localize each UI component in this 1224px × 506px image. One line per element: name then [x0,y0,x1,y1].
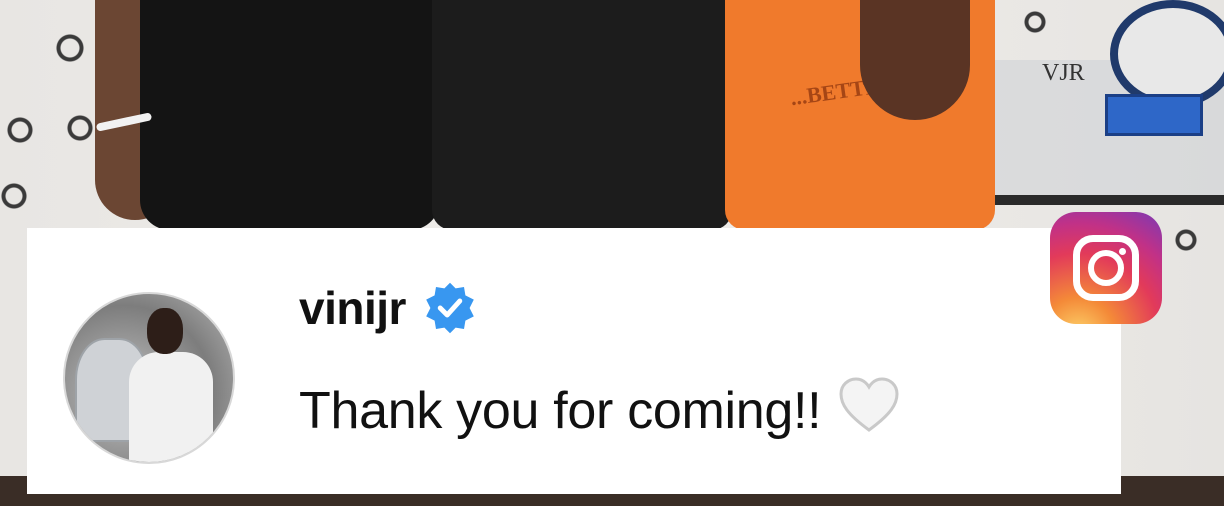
comment-body: Thank you for coming!! [299,376,901,445]
comment-header: vinijr [299,280,478,336]
comment-text: Thank you for coming!! [299,381,822,440]
instagram-comment-card: vinijr Thank you for coming!! [27,228,1121,494]
white-heart-icon [837,376,901,445]
wall-emblem [1110,0,1224,108]
avatar[interactable] [63,292,235,464]
camera-glyph-icon [1073,235,1139,301]
username[interactable]: vinijr [299,281,406,335]
verified-badge-icon [422,280,478,336]
instagram-logo-icon [1050,212,1162,324]
avatar-person-body [129,352,213,462]
wall-vjr-text: VJR [1042,60,1085,86]
blue-sign [1105,94,1203,136]
person-right-arm [860,0,970,120]
person-middle [432,0,732,230]
person-left [140,0,440,230]
avatar-person-head [147,308,183,354]
